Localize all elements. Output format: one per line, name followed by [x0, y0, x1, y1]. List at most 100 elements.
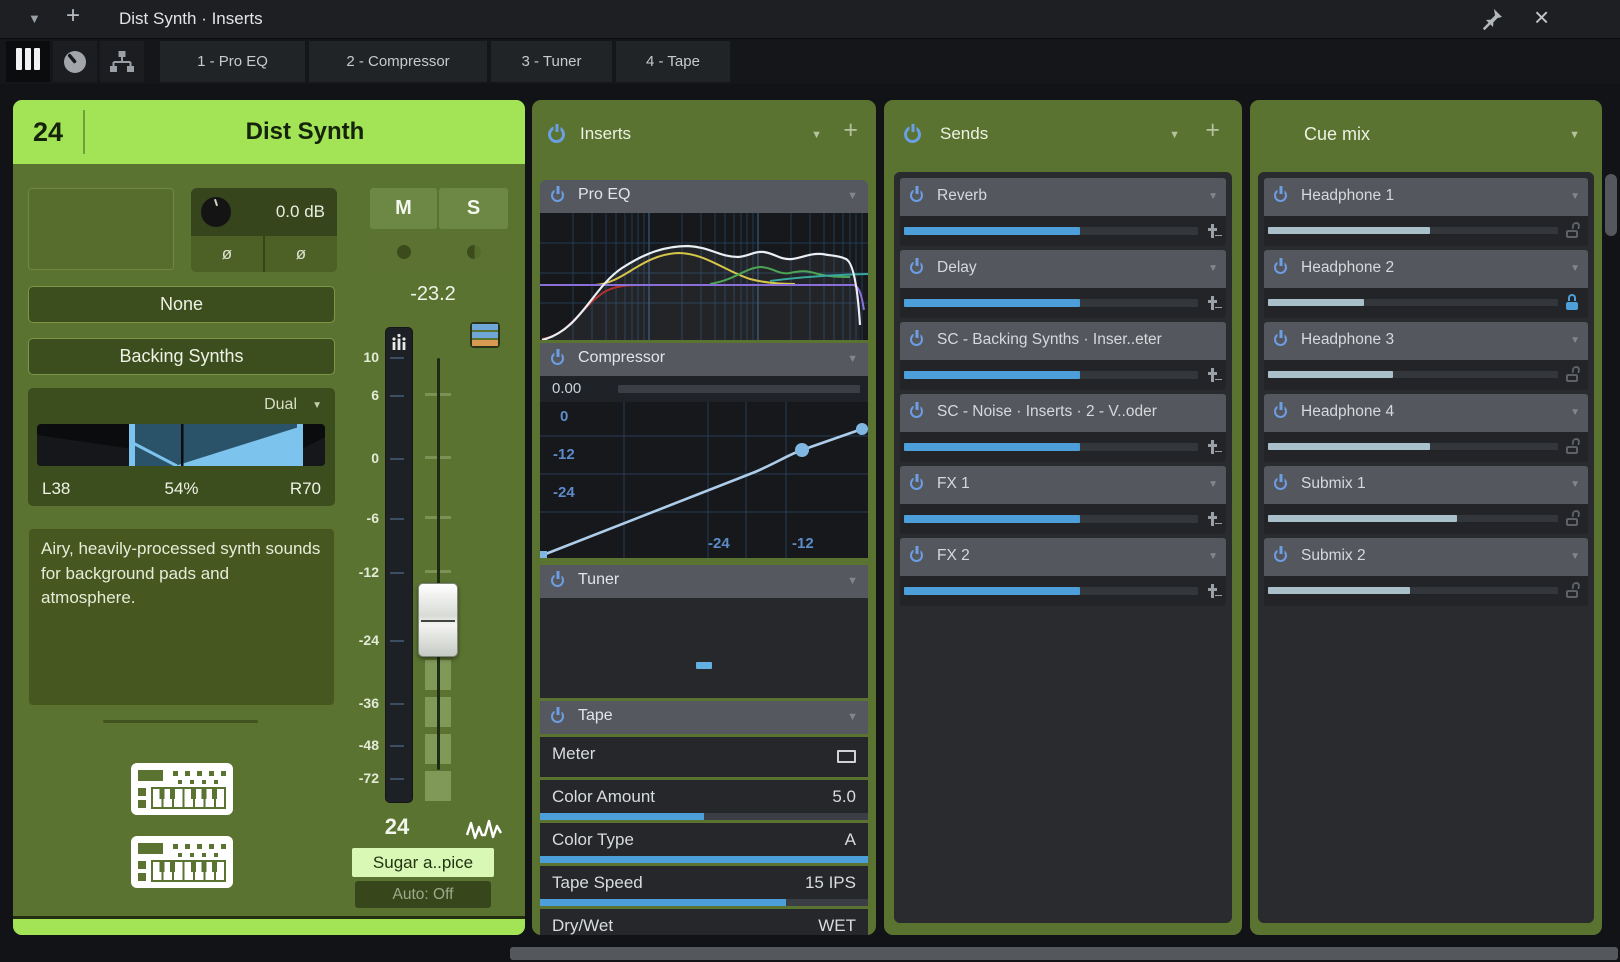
- send-level-track[interactable]: [904, 587, 1198, 595]
- cue-header[interactable]: Headphone 4 ▼: [1264, 394, 1588, 432]
- power-icon[interactable]: [551, 189, 564, 202]
- sends-power-icon[interactable]: [904, 126, 921, 143]
- dropdown-icon[interactable]: ▼: [1570, 335, 1580, 346]
- keyboard-instrument-icon[interactable]: [131, 836, 233, 888]
- dropdown-icon[interactable]: ▼: [1208, 479, 1218, 490]
- monitor-button[interactable]: [439, 231, 508, 272]
- send-header[interactable]: SC - Backing Synths · Inser..eter: [900, 322, 1226, 360]
- send-header[interactable]: Reverb ▼: [900, 178, 1226, 216]
- phase-left-button[interactable]: ø: [191, 236, 263, 272]
- channel-notes[interactable]: Airy, heavily-processed synth sounds for…: [28, 528, 335, 706]
- send-level-track[interactable]: [904, 515, 1198, 523]
- power-icon[interactable]: [910, 405, 923, 418]
- power-icon[interactable]: [1274, 333, 1287, 346]
- lock-icon[interactable]: [1565, 366, 1580, 382]
- cue-mix-dropdown-icon[interactable]: ▼: [1569, 129, 1580, 141]
- power-icon[interactable]: [551, 352, 564, 365]
- send-level-track[interactable]: [904, 227, 1198, 235]
- gain-value[interactable]: 0.0 dB: [276, 202, 325, 222]
- input-display[interactable]: [28, 188, 174, 270]
- cue-level-track[interactable]: [1268, 443, 1558, 450]
- cue-level-track[interactable]: [1268, 299, 1558, 306]
- prefader-icon[interactable]: [1207, 368, 1219, 383]
- insert-slot-tape[interactable]: Tape ▼: [540, 701, 868, 734]
- power-icon[interactable]: [910, 477, 923, 490]
- automation-mode-button[interactable]: Auto: Off: [355, 881, 491, 908]
- add-tab-icon[interactable]: +: [66, 2, 80, 30]
- power-icon[interactable]: [910, 549, 923, 562]
- record-arm-button[interactable]: [370, 231, 437, 272]
- cue-level-track[interactable]: [1268, 371, 1558, 378]
- power-icon[interactable]: [1274, 189, 1287, 202]
- solo-button[interactable]: S: [439, 188, 508, 229]
- pan-display[interactable]: [37, 424, 325, 466]
- dropdown-icon[interactable]: ▼: [1208, 191, 1218, 202]
- power-icon[interactable]: [551, 574, 564, 587]
- insert-slot-compressor[interactable]: Compressor ▼: [540, 343, 868, 376]
- lock-icon[interactable]: [1565, 222, 1580, 238]
- dropdown-icon[interactable]: ▼: [1570, 407, 1580, 418]
- layers-icon[interactable]: [472, 324, 498, 346]
- send-header[interactable]: FX 2 ▼: [900, 538, 1226, 576]
- group-select-button[interactable]: Backing Synths: [28, 338, 335, 375]
- dropdown-icon[interactable]: ▼: [1570, 263, 1580, 274]
- preset-label[interactable]: Sugar a..pice: [352, 848, 494, 877]
- tab-pro-eq[interactable]: 1 - Pro EQ: [160, 41, 305, 82]
- prefader-icon[interactable]: [1207, 296, 1219, 311]
- send-header[interactable]: SC - Noise · Inserts · 2 - V..oder: [900, 394, 1226, 432]
- mute-button[interactable]: M: [370, 188, 437, 229]
- prefader-icon[interactable]: [1207, 224, 1219, 239]
- cue-level-track[interactable]: [1268, 515, 1558, 522]
- add-send-icon[interactable]: +: [1205, 118, 1220, 143]
- fader-handle[interactable]: [418, 583, 458, 657]
- param-row-color-amount[interactable]: Color Amount 5.0: [540, 780, 868, 820]
- eq-curve-display[interactable]: [540, 213, 868, 340]
- lock-icon[interactable]: [1565, 294, 1580, 310]
- power-icon[interactable]: [910, 333, 923, 346]
- param-row-color-type[interactable]: Color Type A: [540, 823, 868, 863]
- power-icon[interactable]: [910, 189, 923, 202]
- add-insert-icon[interactable]: +: [843, 118, 858, 143]
- dropdown-icon[interactable]: ▼: [1208, 551, 1218, 562]
- routing-view-button[interactable]: [100, 41, 144, 82]
- window-dropdown-icon[interactable]: ▼: [28, 11, 41, 26]
- pan-mode-dropdown-icon[interactable]: ▼: [312, 400, 322, 411]
- input-select-button[interactable]: None: [28, 286, 335, 323]
- power-icon[interactable]: [910, 261, 923, 274]
- tab-tape[interactable]: 4 - Tape: [616, 41, 730, 82]
- cue-header[interactable]: Headphone 2 ▼: [1264, 250, 1588, 288]
- pin-icon[interactable]: [1480, 7, 1504, 31]
- dropdown-icon[interactable]: ▼: [847, 575, 858, 587]
- cue-header[interactable]: Headphone 3 ▼: [1264, 322, 1588, 360]
- inserts-dropdown-icon[interactable]: ▼: [811, 129, 822, 141]
- knob-view-button[interactable]: [53, 41, 97, 82]
- fader-track[interactable]: [437, 358, 440, 770]
- meter-options-icon[interactable]: [391, 333, 407, 351]
- fader-value[interactable]: -23.2: [383, 283, 483, 306]
- channel-header[interactable]: 24 Dist Synth: [13, 100, 525, 164]
- dropdown-icon[interactable]: ▼: [847, 711, 858, 723]
- vertical-scrollbar[interactable]: [1605, 174, 1617, 236]
- param-row-meter[interactable]: Meter: [540, 737, 868, 777]
- dropdown-icon[interactable]: ▼: [1570, 551, 1580, 562]
- dropdown-icon[interactable]: ▼: [1570, 479, 1580, 490]
- insert-slot-pro-eq[interactable]: Pro EQ ▼: [540, 180, 868, 213]
- send-level-track[interactable]: [904, 371, 1198, 379]
- prefader-icon[interactable]: [1207, 440, 1219, 455]
- lock-icon[interactable]: [1565, 582, 1580, 598]
- pan-right-value[interactable]: R70: [290, 479, 321, 499]
- meter-toggle-icon[interactable]: [837, 750, 856, 763]
- gain-knob[interactable]: [201, 197, 231, 227]
- inserts-power-icon[interactable]: [548, 126, 565, 143]
- dropdown-icon[interactable]: ▼: [847, 353, 858, 365]
- power-icon[interactable]: [1274, 477, 1287, 490]
- channel-name[interactable]: Dist Synth: [85, 100, 525, 164]
- send-level-track[interactable]: [904, 443, 1198, 451]
- prefader-icon[interactable]: [1207, 584, 1219, 599]
- send-level-track[interactable]: [904, 299, 1198, 307]
- power-icon[interactable]: [1274, 261, 1287, 274]
- cue-level-track[interactable]: [1268, 587, 1558, 594]
- lock-icon[interactable]: [1565, 510, 1580, 526]
- compressor-curve-display[interactable]: 0 -12 -24 -24 -12: [540, 402, 868, 558]
- close-icon[interactable]: ×: [1534, 2, 1549, 33]
